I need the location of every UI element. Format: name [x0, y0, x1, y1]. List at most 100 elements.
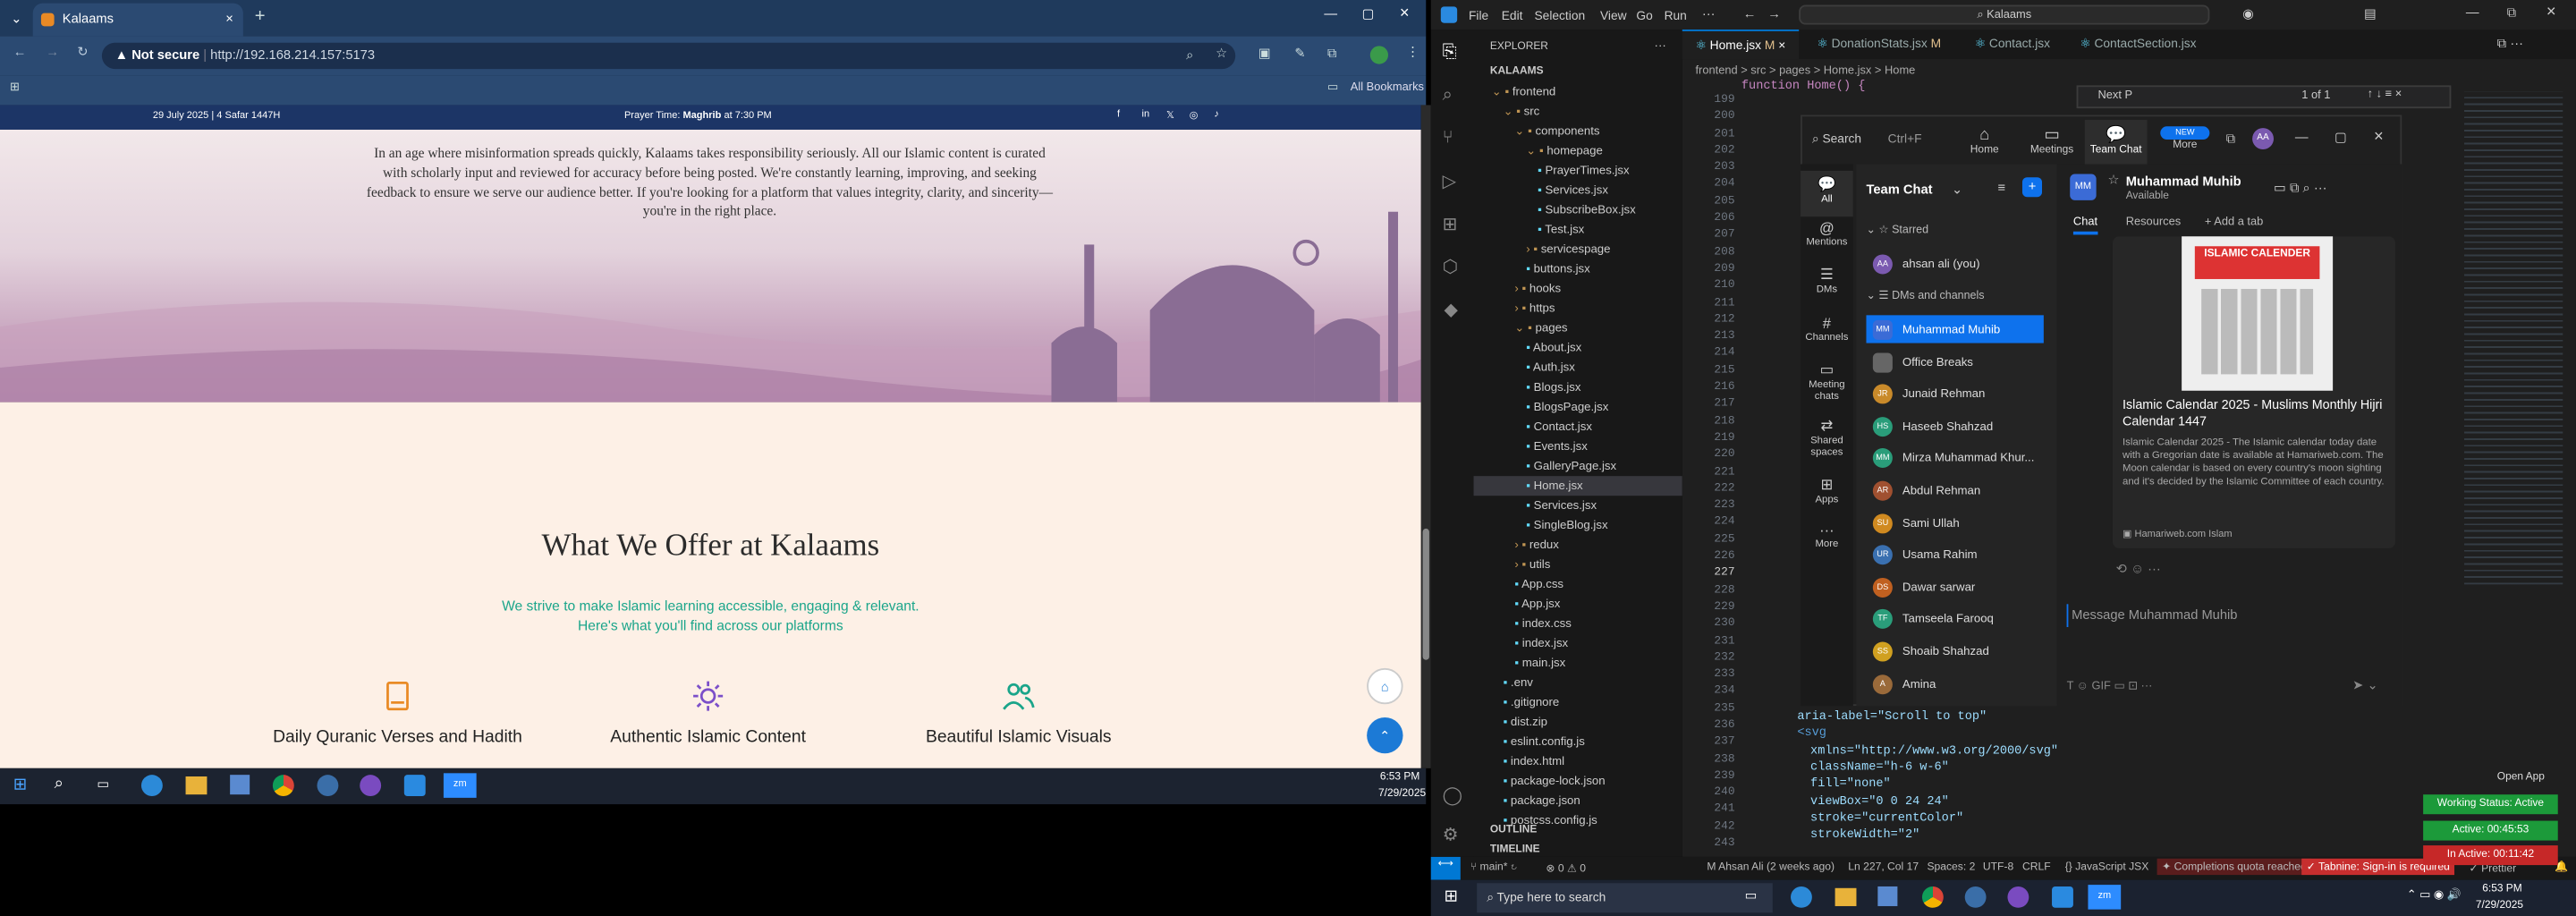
menu-go[interactable]: Go	[1636, 8, 1652, 23]
tree-item[interactable]: ▪ index.html	[1474, 751, 1682, 771]
tree-item[interactable]: ▪ Test.jsx	[1474, 220, 1682, 240]
chrome-icon[interactable]	[1921, 886, 1944, 908]
nav-team-chat[interactable]: 💬 Team Chat	[2084, 119, 2148, 166]
remote-indicator[interactable]: ⟷	[1430, 856, 1461, 880]
chat-widget-button[interactable]: ⌂	[1367, 667, 1403, 705]
chat-tab-resources[interactable]: Resources	[2126, 216, 2181, 228]
edge-icon[interactable]	[140, 775, 163, 797]
problems-indicator[interactable]: ⊗ 0 ⚠ 0	[1546, 861, 1586, 875]
tree-item[interactable]: ▪ Contact.jsx	[1474, 417, 1682, 437]
list-item-me[interactable]: AA ahsan ali (you)	[1866, 250, 2043, 277]
task-view-icon[interactable]: ▭	[97, 776, 109, 792]
tree-item[interactable]: ▪ package.json	[1474, 792, 1682, 811]
github-icon[interactable]	[2007, 886, 2029, 908]
instagram-icon[interactable]: ◎	[1190, 110, 1199, 122]
settings-gear-icon[interactable]: ⚙	[1443, 824, 1459, 845]
sidenav-mentions[interactable]: @ Mentions	[1801, 220, 1853, 248]
close-window-icon[interactable]: ×	[2546, 4, 2556, 21]
browser-tab[interactable]: Kalaams ×	[32, 3, 243, 37]
taskbar-search[interactable]: ⌕ Type here to search	[1477, 883, 1773, 913]
chevron-down-icon[interactable]: ⌄	[1952, 182, 1962, 198]
sidenav-all[interactable]: 💬 All	[1801, 170, 1853, 217]
explorer-activity-icon[interactable]: ⎘	[1443, 43, 1457, 64]
remote-icon[interactable]: ⬡	[1443, 256, 1459, 277]
tree-item[interactable]: ▪ package-lock.json	[1474, 771, 1682, 791]
sidenav-shared-spaces[interactable]: ⇄ Shared spaces	[1801, 417, 1853, 458]
tree-item[interactable]: ⌄ ▪ components	[1474, 122, 1682, 141]
vscode-icon[interactable]	[403, 775, 426, 797]
list-item[interactable]: MM Mirza Muhammad Khur...	[1866, 444, 2043, 471]
list-item[interactable]: A Amina	[1866, 669, 2043, 697]
tree-item[interactable]: ▪ App.css	[1474, 574, 1682, 594]
github-icon[interactable]	[360, 775, 382, 797]
tree-item[interactable]: › ▪ https	[1474, 299, 1682, 318]
list-item[interactable]: HS Haseeb Shahzad	[1866, 411, 2043, 439]
quota-warning[interactable]: ✦ Completions quota reached	[2157, 858, 2312, 876]
tree-item[interactable]: ⌄ ▪ homepage	[1474, 141, 1682, 161]
tiktok-icon[interactable]: ♪	[1214, 110, 1219, 120]
breadcrumb[interactable]: frontend > src > pages > Home.jsx > Home	[1695, 65, 1915, 77]
tree-item[interactable]: ▪ App.jsx	[1474, 594, 1682, 614]
user-avatar[interactable]: AA	[2252, 128, 2274, 149]
facebook-icon[interactable]: f	[1117, 110, 1120, 120]
menu-file[interactable]: File	[1469, 8, 1488, 23]
editor-actions-icon[interactable]: ⧉ ···	[2497, 36, 2523, 52]
search-icon[interactable]: ⌕	[55, 775, 64, 793]
menu-selection[interactable]: Selection	[1534, 8, 1585, 23]
star-icon[interactable]: ☆	[1216, 46, 1227, 61]
sidenav-dms[interactable]: ☰ DMs	[1801, 266, 1853, 295]
find-arrows-icon[interactable]: ↑ ↓ ≡ ×	[2368, 89, 2402, 100]
close-window-icon[interactable]: ×	[2374, 128, 2384, 146]
leaf-icon[interactable]: ◆	[1444, 299, 1458, 320]
back-icon[interactable]: ←	[13, 45, 27, 60]
windows-start-icon[interactable]: ⊞	[1444, 888, 1457, 906]
list-item[interactable]: AR Abdul Rehman	[1866, 476, 2043, 504]
zoom-app-icon[interactable]: zm	[443, 773, 477, 798]
tree-item[interactable]: ▪ Services.jsx	[1474, 181, 1682, 200]
tree-item[interactable]: ▪ Events.jsx	[1474, 437, 1682, 456]
link-card[interactable]: ISLAMIC CALENDER Islamic Calendar 2025 -…	[2112, 236, 2395, 548]
browser-scrollbar[interactable]	[1420, 105, 1431, 768]
reaction-icons[interactable]: ⟲ ☺ ···	[2116, 562, 2161, 577]
forward-icon[interactable]: →	[46, 45, 59, 60]
tray-icons[interactable]: ⌃ ▭ ◉ 🔊	[2407, 888, 2462, 902]
chat-name[interactable]: Muhammad Muhib	[2126, 174, 2241, 190]
tree-item[interactable]: ▪ Auth.jsx	[1474, 358, 1682, 377]
tree-item[interactable]: ▪ .env	[1474, 673, 1682, 692]
app-icon[interactable]	[317, 775, 339, 797]
minimize-icon[interactable]: —	[1324, 6, 1337, 21]
outline-section[interactable]: OUTLINE	[1490, 824, 1537, 835]
line-ending[interactable]: CRLF	[2022, 861, 2051, 873]
pen-icon[interactable]: ✎	[1294, 46, 1305, 61]
list-item[interactable]: SS Shoaib Shahzad	[1866, 637, 2043, 665]
tab-home[interactable]: ⚛ Home.jsx M ×	[1682, 30, 1799, 60]
cursor-position[interactable]: Ln 227, Col 17	[1848, 861, 1919, 873]
tree-item[interactable]: ▪ Home.jsx	[1473, 476, 1682, 496]
linkedin-icon[interactable]: in	[1142, 110, 1150, 120]
explorer-icon[interactable]	[185, 776, 208, 795]
nav-back-icon[interactable]: ←	[1743, 6, 1757, 21]
minimize-icon[interactable]: —	[2295, 130, 2309, 145]
tree-item[interactable]: ▪ SingleBlog.jsx	[1474, 515, 1682, 535]
send-icon[interactable]: ➤ ⌄	[2352, 678, 2378, 693]
new-chat-button[interactable]: +	[2021, 177, 2043, 198]
tree-item[interactable]: ▪ main.jsx	[1474, 653, 1682, 673]
nav-meetings[interactable]: ▭ Meetings	[2022, 126, 2081, 156]
vscode-icon[interactable]	[2052, 886, 2073, 908]
workspace-root[interactable]: KALAAMS	[1490, 65, 1544, 77]
restore-icon[interactable]: ⧉	[2507, 5, 2517, 21]
tab-contactsection[interactable]: ⚛ ContactSection.jsx	[2067, 30, 2210, 59]
windows-start-icon[interactable]: ⊞	[13, 776, 27, 794]
tree-item[interactable]: ▪ index.jsx	[1474, 633, 1682, 653]
command-center[interactable]: ⌕ Kalaams	[1799, 4, 2210, 25]
timeline-section[interactable]: TIMELINE	[1490, 844, 1540, 855]
zoom-icon[interactable]: ⌕	[1186, 47, 1193, 64]
tree-item[interactable]: ▪ dist.zip	[1474, 712, 1682, 732]
tree-item[interactable]: ⌄ ▪ pages	[1474, 318, 1682, 338]
search-activity-icon[interactable]: ⌕	[1443, 85, 1453, 106]
tree-item[interactable]: ▪ GalleryPage.jsx	[1474, 456, 1682, 476]
scroll-top-button[interactable]: ⌃	[1367, 717, 1403, 754]
maximize-icon[interactable]: ▢	[1362, 6, 1375, 21]
puzzle-icon[interactable]: ⧉	[1327, 46, 1337, 62]
blame-indicator[interactable]: M Ahsan Ali (2 weeks ago)	[1707, 861, 1835, 873]
